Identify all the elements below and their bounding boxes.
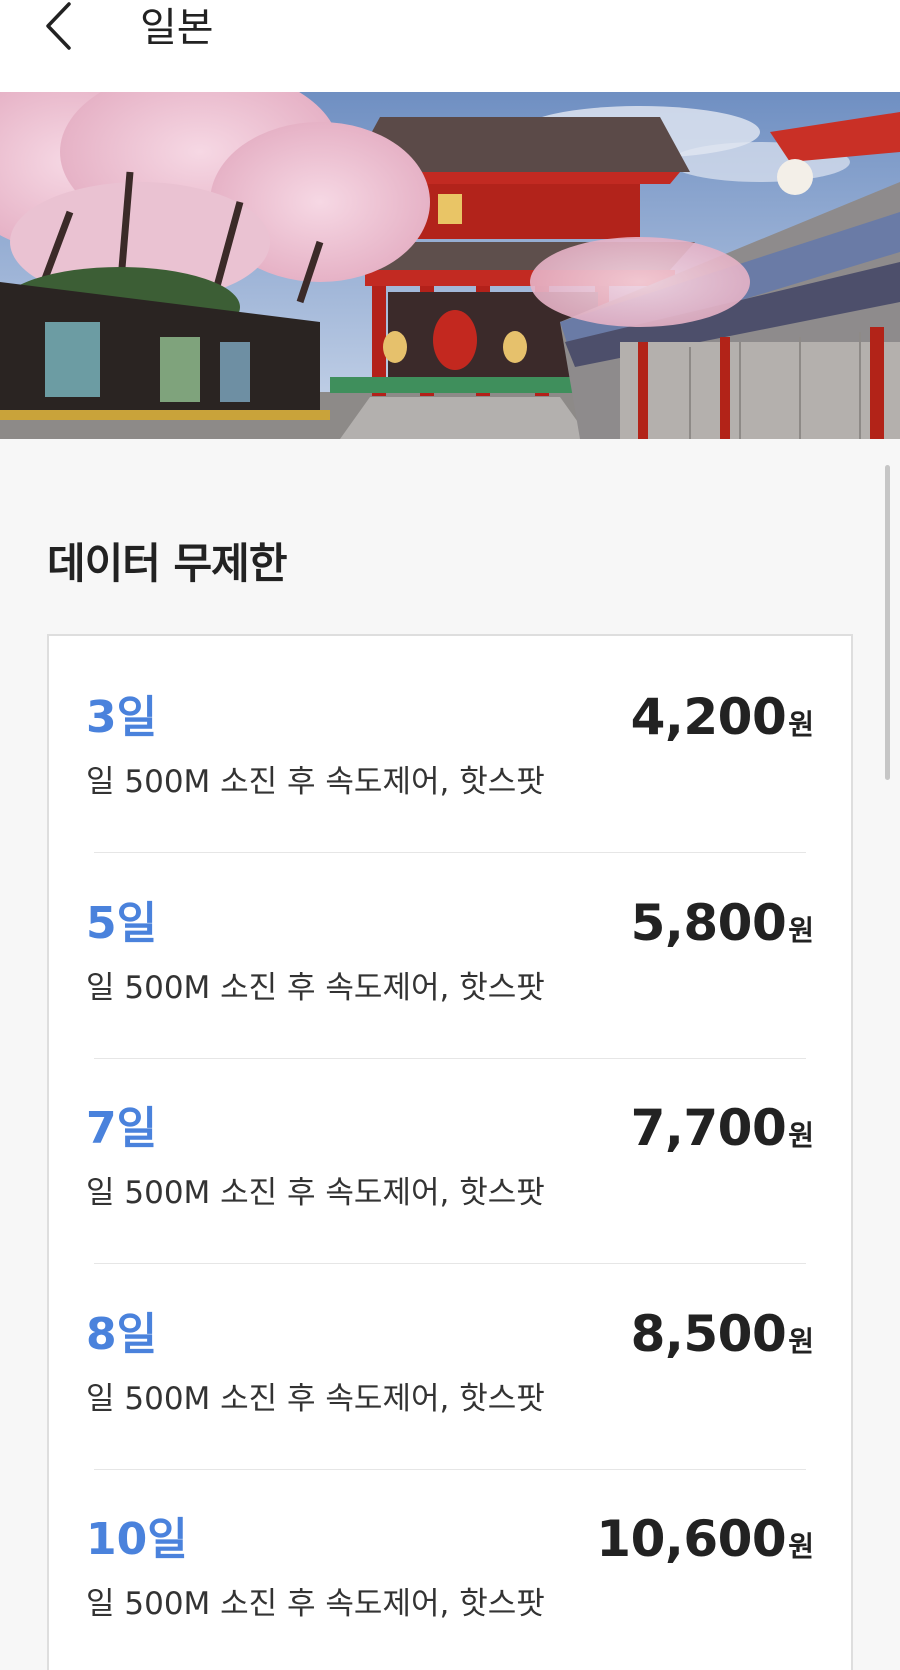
plan-days: 7일 <box>86 1103 158 1154</box>
hero-image <box>0 92 900 439</box>
app-screen: 일본 데이터 무제한 3일 일 500M 소진 후 속도제어, 핫스팟 4,20… <box>0 0 900 1670</box>
plan-description: 일 500M 소진 후 속도제어, 핫스팟 <box>86 970 545 1006</box>
plan-item-3-days[interactable]: 3일 일 500M 소진 후 속도제어, 핫스팟 4,200원 <box>49 636 851 841</box>
plan-days: 8일 <box>86 1309 158 1360</box>
plan-list: 3일 일 500M 소진 후 속도제어, 핫스팟 4,200원 5일 일 500… <box>47 634 853 1670</box>
plan-days: 5일 <box>86 898 158 949</box>
price-currency: 원 <box>788 914 814 947</box>
plan-price: 10,600원 <box>596 1514 814 1564</box>
price-amount: 4,200 <box>630 688 787 746</box>
plan-days: 3일 <box>86 692 158 743</box>
plan-description: 일 500M 소진 후 속도제어, 핫스팟 <box>86 1175 545 1211</box>
scrollbar[interactable] <box>885 465 890 780</box>
plan-description: 일 500M 소진 후 속도제어, 핫스팟 <box>86 1381 545 1417</box>
plan-item-5-days[interactable]: 5일 일 500M 소진 후 속도제어, 핫스팟 5,800원 <box>49 842 851 1047</box>
plan-price: 5,800원 <box>631 898 814 948</box>
price-amount: 5,800 <box>630 894 787 952</box>
price-currency: 원 <box>788 1325 814 1358</box>
plan-item-7-days[interactable]: 7일 일 500M 소진 후 속도제어, 핫스팟 7,700원 <box>49 1047 851 1252</box>
section-title: 데이터 무제한 <box>47 539 287 588</box>
back-button[interactable] <box>28 0 88 56</box>
price-currency: 원 <box>788 1530 814 1563</box>
plan-description: 일 500M 소진 후 속도제어, 핫스팟 <box>86 1586 545 1622</box>
plan-price: 4,200원 <box>631 692 814 742</box>
plan-description: 일 500M 소진 후 속도제어, 핫스팟 <box>86 764 545 800</box>
top-bar: 일본 <box>0 0 900 92</box>
price-currency: 원 <box>788 1119 814 1152</box>
chevron-left-icon <box>43 1 73 55</box>
price-amount: 10,600 <box>596 1510 787 1568</box>
plan-item-8-days[interactable]: 8일 일 500M 소진 후 속도제어, 핫스팟 8,500원 <box>49 1253 851 1458</box>
price-amount: 7,700 <box>630 1099 787 1157</box>
plan-days: 10일 <box>86 1514 188 1565</box>
price-currency: 원 <box>788 708 814 741</box>
plan-price: 8,500원 <box>631 1309 814 1359</box>
page-title: 일본 <box>140 5 214 51</box>
plan-item-10-days[interactable]: 10일 일 500M 소진 후 속도제어, 핫스팟 10,600원 <box>49 1458 851 1663</box>
plan-price: 7,700원 <box>631 1103 814 1153</box>
price-amount: 8,500 <box>630 1305 787 1363</box>
